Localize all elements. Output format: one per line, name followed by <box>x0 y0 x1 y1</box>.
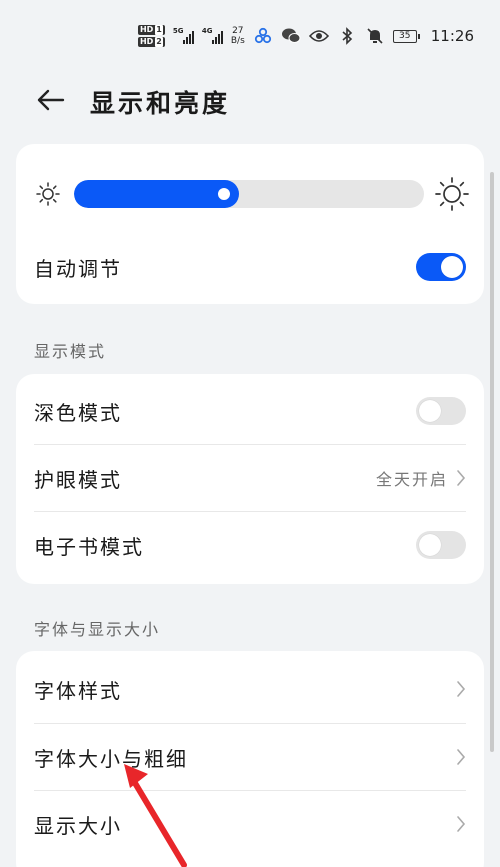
auto-brightness-row[interactable]: 自动调节 <box>34 234 466 300</box>
annotation-arrow-icon <box>124 764 187 867</box>
dark-mode-row[interactable]: 深色模式 <box>34 378 466 444</box>
auto-brightness-toggle[interactable] <box>416 253 466 281</box>
section-title-font-display: 字体与显示大小 <box>34 620 161 639</box>
page-title: 显示和亮度 <box>90 89 231 118</box>
display-mode-card: 深色模式 护眼模式 全天开启 电子书模式 <box>16 374 484 584</box>
mute-icon <box>365 26 385 46</box>
ebook-mode-toggle[interactable] <box>416 531 466 559</box>
clock: 11:26 <box>430 27 474 45</box>
brightness-card: 自动调节 <box>16 144 484 304</box>
battery-icon: 35 <box>392 29 420 43</box>
bluetooth-icon <box>337 26 357 46</box>
chevron-right-icon <box>457 470 466 486</box>
status-bar: HD 1 HD 2 5G 4G 27 B/s 35 11:26 <box>0 18 500 54</box>
font-style-row[interactable]: 字体样式 <box>34 656 466 722</box>
back-arrow-icon <box>37 89 65 111</box>
ebook-mode-row[interactable]: 电子书模式 <box>34 512 466 578</box>
chevron-right-icon <box>457 681 466 697</box>
signal-5g-icon: 5G <box>173 27 194 44</box>
eye-comfort-label: 护眼模式 <box>34 467 122 492</box>
network-speed: 27 B/s <box>230 26 245 46</box>
eye-comfort-row[interactable]: 护眼模式 全天开启 <box>34 445 466 511</box>
display-size-label: 显示大小 <box>34 813 122 838</box>
display-size-row[interactable]: 显示大小 <box>34 791 466 857</box>
brightness-slider-thumb[interactable] <box>215 185 233 203</box>
header: 显示和亮度 <box>0 74 500 124</box>
section-title-display-mode: 显示模式 <box>34 342 107 361</box>
brightness-low-icon <box>36 182 60 206</box>
back-button[interactable] <box>32 82 68 118</box>
signal-4g-icon: 4G <box>202 27 223 44</box>
dark-mode-label: 深色模式 <box>34 400 122 425</box>
font-display-card: 字体样式 字体大小与粗细 显示大小 <box>16 651 484 867</box>
dark-mode-toggle[interactable] <box>416 397 466 425</box>
hd-badge-1: HD 1 <box>137 25 165 35</box>
brightness-high-icon <box>435 177 469 211</box>
chevron-right-icon <box>457 816 466 832</box>
ebook-mode-label: 电子书模式 <box>34 534 144 559</box>
chevron-right-icon <box>457 749 466 765</box>
app-icon <box>253 26 273 46</box>
auto-brightness-label: 自动调节 <box>34 256 122 281</box>
eye-icon <box>308 26 329 46</box>
font-size-weight-row[interactable]: 字体大小与粗细 <box>34 724 466 790</box>
font-style-label: 字体样式 <box>34 678 122 703</box>
wechat-icon <box>281 26 301 46</box>
brightness-slider[interactable] <box>74 180 424 208</box>
hd-badge-2: HD 2 <box>137 37 165 47</box>
scrollbar[interactable] <box>490 172 494 752</box>
eye-comfort-value: 全天开启 <box>375 470 448 489</box>
hd-indicators: HD 1 HD 2 <box>137 25 165 47</box>
